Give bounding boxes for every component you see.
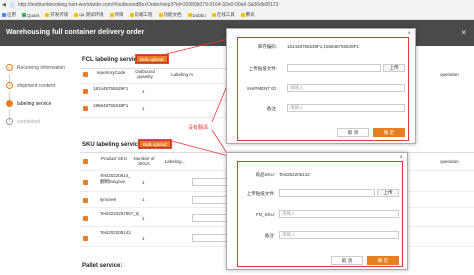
steps-sidebar: ✓ Receiving information ✓ shipment conte… [0,46,78,275]
upload-label: 上传贴纸文件: [246,191,275,196]
sku-bulk-upload-button[interactable]: Bulk upload [138,139,172,149]
bookmark-item[interactable]: 开发环境 [45,12,68,18]
code-label: 库存编码: [257,44,277,49]
browser-chrome: ◀ ⓘ http://testtrunkbooking.hart-worldwi… [0,0,474,20]
row-checkbox[interactable] [83,198,88,203]
close-icon[interactable]: × [461,28,466,37]
upload-button[interactable]: 上传 [377,189,399,197]
sku-row-product: lymore8 [100,197,117,202]
bookmark-item[interactable]: 项目 [109,12,124,18]
code-value: 181448755539F1,186648755539F1 [287,44,359,49]
shipment-id-label: SHIPMENT ID: [246,86,277,91]
bookmark-icon [22,13,26,17]
step-shipment-content: ✓ shipment content [6,82,56,89]
pallet-section-title: Pallet service: [82,263,123,269]
step-completed: completed [6,118,40,125]
row-checkbox[interactable] [83,89,88,94]
remark-input[interactable]: 请输入 [279,231,399,239]
bookmark-item[interactable]: 应用 [2,12,16,18]
sku-row-qty: 1 [142,197,145,202]
upload-file-input[interactable] [279,189,375,197]
upload-button[interactable]: 上传 [383,64,405,72]
fnsku-label: FN_SKU: [255,212,275,217]
folder-icon [74,13,79,17]
row-divider [80,100,230,101]
url-text: http://testtrunkbooking.hart-worldwide.c… [17,2,279,8]
fcl-row-code: 186648755539F1 [93,103,129,108]
confirm-button[interactable]: 确 定 [367,256,399,265]
fcl-label-modal: × 库存编码: 181448755539F1,186648755539F1 上传… [226,28,416,144]
bookmark-item[interactable]: 在线工具 [211,12,235,18]
sku-row-qty: 1 [142,236,145,241]
folder-icon [187,13,192,17]
fcl-header-labeling: Labeling m [170,72,193,77]
fcl-header-code: repertoryCode [96,70,126,75]
folder-icon [240,13,245,17]
check-icon: ✓ [6,82,13,89]
remark-label: 备注: [264,233,275,238]
fcl-row-qty: 1 [142,106,145,111]
sku-row-qty: 1 [142,216,145,221]
annotation-note: 没有翻译 [188,125,209,131]
sku-row-product: Test20220514_翻制fangzue [100,173,131,184]
sku-section-title: SKU labeling service: [82,142,144,148]
fcl-row-qty: 1 [142,89,145,94]
shipment-id-input[interactable]: 请输入 [287,84,405,92]
sku-label: 商品SKU: [255,172,275,177]
row-checkbox[interactable] [83,236,88,241]
sku-select-all-checkbox[interactable] [83,159,88,164]
upload-label: 上传贴纸文件: [248,66,277,71]
bookmark-item[interactable]: 前端工程 [129,12,153,18]
sku-row-product: Test202205142 [100,230,131,235]
pending-step-icon [6,118,13,125]
row-checkbox[interactable] [83,216,88,221]
bookmark-item[interactable]: 功能文档 [158,12,182,18]
active-step-icon [6,100,13,107]
sku-row-product: Test3234257557_ty [100,211,140,216]
sku-value: Test202205142 [279,172,310,177]
fcl-select-all-checkbox[interactable] [83,72,88,77]
fcl-header-operation: operation [440,72,459,77]
sku-header-product: Product SKU [100,156,127,161]
bookmark-item[interactable]: qa 测试环境 [74,12,104,18]
fcl-bulk-upload-button[interactable]: Bulk upload [135,54,169,64]
fcl-header-qty: Outbound quantity [135,69,155,79]
row-checkbox[interactable] [83,106,88,111]
step-labeling-service: labeling service [6,100,51,107]
folder-icon [109,13,114,17]
bookmark-item[interactable]: Quant [22,13,39,18]
site-info-icon[interactable]: ⓘ [10,2,15,9]
fcl-section-title: FCL labeling service: [82,57,143,63]
cancel-button[interactable]: 取 消 [331,256,363,265]
sku-row-qty: 1 [142,180,145,185]
upload-file-input[interactable] [287,64,381,72]
address-bar[interactable]: ◀ ⓘ http://testtrunkbooking.hart-worldwi… [2,1,422,9]
step-receiving-information: ✓ Receiving information [6,64,66,71]
nav-back-icon[interactable]: ◀ [2,2,6,8]
page-title: Warehousing full container delivery orde… [6,29,145,36]
fnsku-input[interactable]: 请输入 [279,210,399,218]
fcl-row-code: 181448755539F1 [93,86,129,91]
bookmark-item[interactable]: Dubbo [187,13,206,18]
row-divider [80,117,230,118]
confirm-button[interactable]: 确 定 [373,128,405,137]
remark-input[interactable]: 请输入 [287,104,405,112]
folder-icon [129,13,134,17]
row-checkbox[interactable] [83,180,88,185]
sku-header-labeling: Labeling... [164,159,186,164]
sku-label-modal: × 商品SKU: Test202205142 上传贴纸文件: 上传 FN_SKU… [226,152,408,270]
sku-header-qty: Number of SKUs [133,156,155,166]
bookmark-item[interactable]: 腾讯 [240,12,255,18]
folder-icon [211,13,216,17]
bookmarks-bar: 应用 Quant 开发环境 qa 测试环境 项目 前端工程 功能文档 Dubbo… [2,11,255,19]
remark-label: 备注: [266,106,277,111]
folder-icon [158,13,163,17]
sku-header-operation: operation [440,159,459,164]
folder-icon [45,13,50,17]
apps-icon [2,13,6,17]
row-divider [80,83,230,84]
cancel-button[interactable]: 取 消 [337,128,369,137]
check-icon: ✓ [6,64,13,71]
